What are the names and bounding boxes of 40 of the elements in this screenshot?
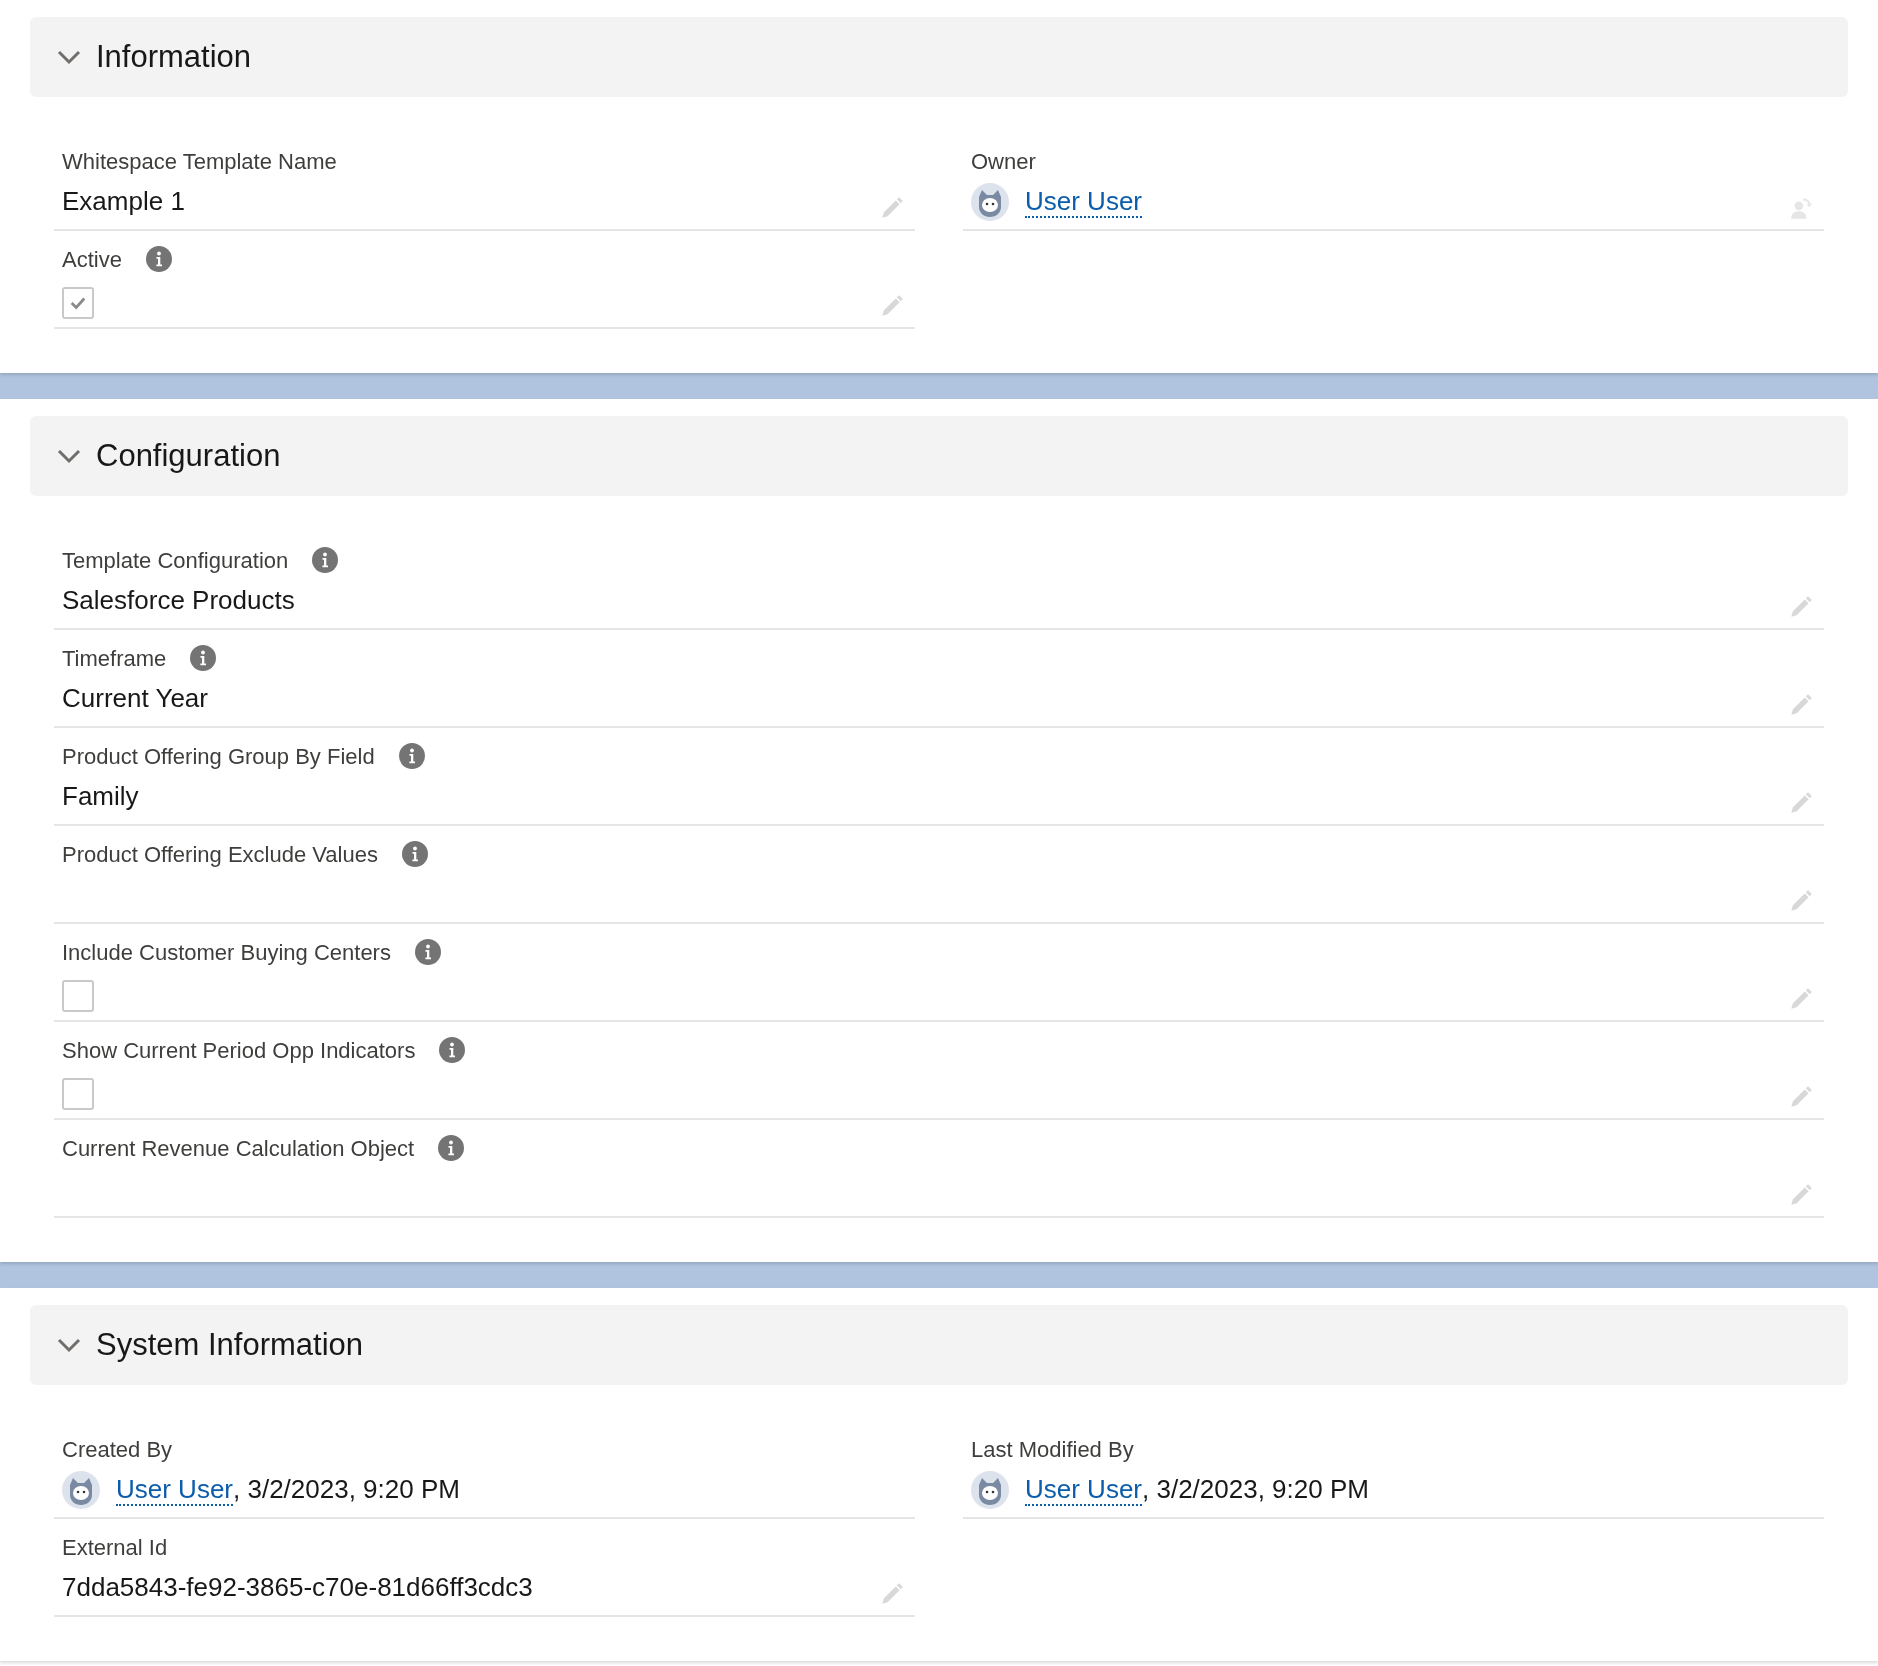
info-icon[interactable] xyxy=(414,939,441,965)
section-header[interactable]: Information xyxy=(30,17,1848,97)
field-label: Product Offering Exclude Values xyxy=(62,840,378,869)
date-text: , 3/2/2023, 9:20 PM xyxy=(233,1473,460,1506)
field-value: 7dda5843-fe92-3865-c70e-81d66ff3cdc3 xyxy=(62,1571,533,1604)
info-icon[interactable] xyxy=(398,743,425,769)
info-icon[interactable] xyxy=(312,547,339,573)
field-label: Product Offering Group By Field xyxy=(62,742,375,771)
section-title: Configuration xyxy=(96,436,281,475)
field-label: Created By xyxy=(62,1435,173,1464)
field-label: Current Revenue Calculation Object xyxy=(62,1134,415,1163)
section-header[interactable]: System Information xyxy=(30,1305,1848,1385)
user-link[interactable]: User User xyxy=(116,1473,233,1506)
section-title: Information xyxy=(96,37,252,76)
info-icon[interactable] xyxy=(190,645,217,671)
field-value: Salesforce Products xyxy=(62,584,295,617)
avatar-icon xyxy=(971,183,1009,221)
field-label: Owner xyxy=(971,147,1036,176)
field-label: Active xyxy=(62,245,122,274)
field-label: Timeframe xyxy=(62,644,167,673)
field-label: Include Customer Buying Centers xyxy=(62,938,391,967)
field-label: Whitespace Template Name xyxy=(62,147,337,176)
field-label: External Id xyxy=(62,1533,168,1562)
info-icon[interactable] xyxy=(438,1135,465,1161)
info-icon[interactable] xyxy=(145,246,172,272)
section-title: System Information xyxy=(96,1325,364,1364)
info-icon[interactable] xyxy=(439,1037,466,1063)
field-value: Current Year xyxy=(62,682,208,715)
field-label: Template Configuration xyxy=(62,546,289,575)
user-link[interactable]: User User xyxy=(1025,1473,1142,1506)
field-label: Show Current Period Opp Indicators xyxy=(62,1036,416,1065)
avatar-icon xyxy=(62,1470,100,1509)
user-link[interactable]: User User xyxy=(1025,186,1142,218)
info-icon[interactable] xyxy=(401,841,428,867)
date-text: , 3/2/2023, 9:20 PM xyxy=(1142,1473,1369,1506)
section-header[interactable]: Configuration xyxy=(30,416,1848,496)
avatar-icon xyxy=(971,1470,1009,1509)
field-value: Example 1 xyxy=(62,185,185,218)
field-label: Last Modified By xyxy=(971,1435,1134,1464)
field-value: Family xyxy=(62,780,139,813)
